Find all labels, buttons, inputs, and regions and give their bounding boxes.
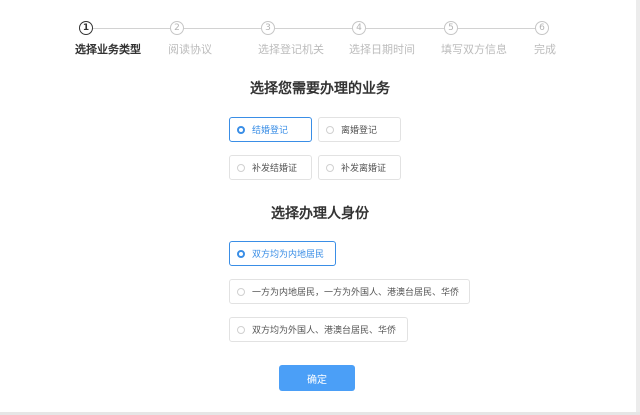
business-section-title: 选择您需要办理的业务	[250, 81, 390, 97]
business-option-marriage[interactable]: 结婚登记	[229, 117, 312, 142]
option-label: 补发结婚证	[252, 164, 298, 174]
identity-option-both-mainland[interactable]: 双方均为内地居民	[229, 241, 336, 266]
step-1-number: 1	[79, 21, 93, 35]
step-2-label: 阅读协议	[168, 43, 212, 56]
step-3-label: 选择登记机关	[258, 43, 324, 56]
step-4-label: 选择日期时间	[349, 43, 415, 56]
step-4-number: 4	[352, 21, 366, 35]
radio-icon	[237, 163, 245, 172]
option-label: 结婚登记	[252, 126, 289, 136]
option-label: 补发离婚证	[341, 164, 387, 174]
confirm-button[interactable]: 确定	[279, 365, 355, 391]
radio-selected-icon	[237, 125, 245, 134]
step-connector	[458, 28, 535, 29]
business-option-divorce[interactable]: 离婚登记	[318, 117, 401, 142]
step-6-number: 6	[535, 21, 549, 35]
business-option-reissue-marriage[interactable]: 补发结婚证	[229, 155, 312, 180]
business-option-reissue-divorce[interactable]: 补发离婚证	[318, 155, 401, 180]
step-connector	[184, 28, 261, 29]
step-5-number: 5	[444, 21, 458, 35]
step-6-label: 完成	[534, 43, 556, 56]
identity-section-title: 选择办理人身份	[271, 206, 369, 222]
option-label: 离婚登记	[341, 126, 378, 136]
option-label: 双方均为外国人、港澳台居民、华侨	[252, 326, 397, 336]
radio-selected-icon	[237, 249, 245, 258]
radio-icon	[237, 287, 245, 296]
option-label: 一方为内地居民，一方为外国人、港澳台居民、华侨	[252, 288, 460, 298]
step-connector	[93, 28, 170, 29]
identity-option-one-mainland[interactable]: 一方为内地居民，一方为外国人、港澳台居民、华侨	[229, 279, 470, 304]
radio-icon	[237, 325, 245, 334]
radio-icon	[326, 163, 334, 172]
step-connector	[366, 28, 444, 29]
option-label: 双方均为内地居民	[252, 250, 325, 260]
step-3-number: 3	[261, 21, 275, 35]
step-2-number: 2	[170, 21, 184, 35]
step-connector	[275, 28, 352, 29]
radio-icon	[326, 125, 334, 134]
progress-stepper: 1 2 3 4 5 6 选择业务类型 阅读协议 选择登记机关 选择日期时间 填写…	[0, 0, 640, 70]
identity-option-both-foreign[interactable]: 双方均为外国人、港澳台居民、华侨	[229, 317, 408, 342]
